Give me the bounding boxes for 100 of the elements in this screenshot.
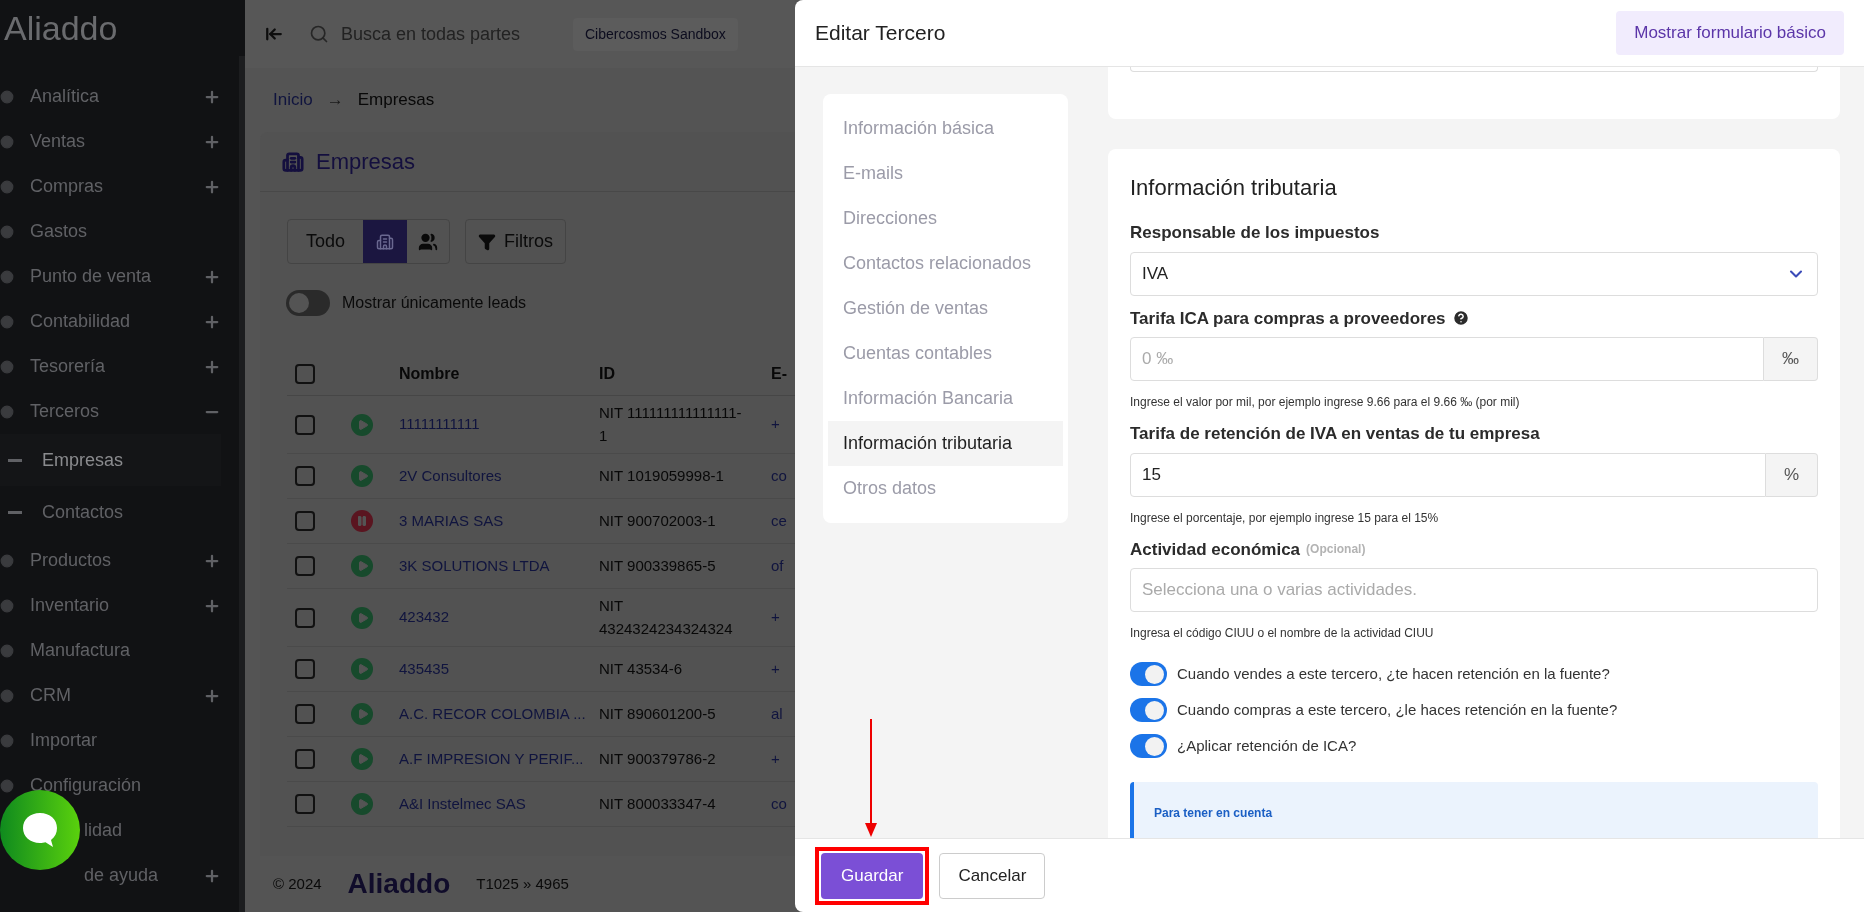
building-icon: [376, 232, 395, 251]
toggle-label: Mostrar únicamente leads: [342, 293, 527, 313]
sidebar-item[interactable]: de ayuda: [84, 853, 221, 898]
sidebar-item[interactable]: Manufactura: [0, 628, 221, 673]
section-nav-item[interactable]: Otros datos: [828, 466, 1063, 511]
leads-toggle[interactable]: [286, 290, 330, 316]
tax-select[interactable]: IVA: [1130, 251, 1818, 296]
select-all-checkbox[interactable]: [295, 363, 315, 384]
table-cell-text: co: [771, 465, 787, 486]
input-field[interactable]: 0 ‰: [1130, 337, 1764, 381]
page-title: Empresas: [316, 148, 416, 176]
dash-icon: [8, 458, 22, 462]
field-hint: Ingrese el valor por mil, por ejemplo ingrese 9.66 para el 9.66 ‰ (por mil): [1130, 394, 1521, 411]
column-header[interactable]: Nombre: [399, 361, 599, 386]
company-name-link[interactable]: 435435: [399, 657, 599, 681]
company-name-link[interactable]: A.F IMPRESION Y PERIF...: [399, 747, 599, 771]
table-cell-text: NIT 900339865-5: [599, 555, 717, 576]
sidebar-item[interactable]: Inventario: [0, 583, 221, 628]
row-checkbox[interactable]: [295, 607, 315, 628]
sidebar-subitem[interactable]: Contactos: [0, 486, 221, 538]
breadcrumb-link[interactable]: Inicio: [273, 87, 313, 113]
toggle-label: Cuando compras a este tercero, ¿le haces retención en la fuente?: [1177, 699, 1618, 720]
table-cell-text: +: [771, 748, 780, 769]
sidebar-item[interactable]: Gastos: [0, 209, 221, 254]
sidebar-item[interactable]: Compras: [0, 164, 221, 209]
table-cell-text: NIT 890601200-5: [599, 703, 717, 724]
chat-icon: [20, 811, 60, 849]
help-icon[interactable]: [1451, 309, 1470, 328]
table-cell-text: NIT 900379786-2: [599, 748, 717, 769]
collapse-sidebar-icon[interactable]: [265, 25, 283, 43]
section-nav-item[interactable]: Información básica: [828, 106, 1063, 151]
row-checkbox[interactable]: [295, 414, 315, 435]
filter-tab[interactable]: Todo: [288, 220, 364, 263]
sidebar-item[interactable]: Analítica: [0, 74, 221, 119]
sidebar-item[interactable]: lidad: [84, 808, 221, 853]
column-header[interactable]: E-: [771, 361, 787, 386]
row-checkbox[interactable]: [295, 704, 315, 724]
breadcrumb-separator: →: [326, 89, 344, 112]
field-hint: Ingrese el porcentaje, por ejemplo ingrese 15 para el 15%: [1130, 509, 1440, 527]
toggle-label: ¿Aplicar retención de ICA?: [1177, 735, 1357, 756]
companies-filter-button[interactable]: [363, 220, 408, 263]
basic-form-button[interactable]: Mostrar formulario básico: [1616, 11, 1844, 55]
sidebar-item[interactable]: Tesorería: [0, 344, 221, 389]
field-label: Responsable de los impuestos: [1130, 222, 1380, 244]
row-checkbox[interactable]: [295, 749, 315, 769]
notice-title: Para tener en cuenta: [1154, 806, 1273, 820]
toggle-switch[interactable]: [1130, 662, 1167, 686]
section-title: Información tributaria: [1130, 174, 1338, 202]
section-nav-item[interactable]: Gestión de ventas: [828, 286, 1063, 331]
toggle-switch[interactable]: [1130, 698, 1167, 722]
company-name-link[interactable]: A.C. RECOR COLOMBIA ...: [399, 702, 599, 726]
filters-button[interactable]: Filtros: [465, 219, 567, 264]
company-name-link[interactable]: 11111111111: [399, 413, 599, 436]
section-nav-item[interactable]: Información tributaria: [828, 421, 1063, 466]
field-label: Tarifa de retención de IVA en ventas de tu empresa: [1130, 423, 1540, 445]
version-text: T1025 » 4965: [476, 873, 569, 894]
building-icon: [282, 149, 304, 174]
logo: Aliaddo: [4, 7, 118, 49]
company-name-link[interactable]: 423432: [399, 606, 599, 629]
company-name-link[interactable]: A&I Instelmec SAS: [399, 792, 599, 816]
sidebar-item[interactable]: Contabilidad: [0, 299, 221, 344]
breadcrumb-current: Empresas: [357, 89, 435, 112]
section-nav-item[interactable]: Contactos relacionados: [828, 241, 1063, 286]
table-cell-text: of: [771, 555, 784, 576]
optional-hint: (Opcional): [1306, 541, 1366, 559]
sidebar-item[interactable]: Punto de venta: [0, 254, 221, 299]
table-cell-text: +: [771, 607, 780, 628]
company-badge[interactable]: Cibercosmos Sandbox: [573, 17, 738, 51]
section-nav-item[interactable]: Direcciones: [828, 196, 1063, 241]
company-name-link[interactable]: 3 MARIAS SAS: [399, 509, 599, 533]
row-checkbox[interactable]: [295, 659, 315, 679]
table-cell-text: NIT 111111111111111-1: [599, 403, 743, 446]
sidebar-item[interactable]: Ventas: [0, 119, 221, 164]
filter-icon: [478, 232, 497, 251]
table-cell-text: NIT 4324324234324324: [599, 596, 734, 639]
table-cell-text: ce: [771, 510, 787, 531]
input-addon: %: [1765, 452, 1818, 497]
row-checkbox[interactable]: [295, 466, 315, 486]
toggle-switch[interactable]: [1130, 734, 1167, 758]
section-nav-item[interactable]: Cuentas contables: [828, 331, 1063, 376]
row-checkbox[interactable]: [295, 794, 315, 814]
search-icon: [309, 24, 329, 44]
sidebar-item[interactable]: Importar: [0, 718, 221, 763]
cancel-button[interactable]: Cancelar: [939, 852, 1046, 899]
row-checkbox[interactable]: [295, 556, 315, 576]
input-addon: ‰: [1764, 337, 1818, 381]
section-nav-item[interactable]: E-mails: [828, 151, 1063, 196]
save-button[interactable]: Guardar: [821, 852, 924, 899]
input-field[interactable]: Selecciona una o varias actividades.: [1130, 568, 1818, 612]
field-label: Tarifa ICA para compras a proveedores: [1130, 307, 1446, 330]
sidebar-item[interactable]: Terceros: [0, 389, 221, 434]
sidebar-item[interactable]: Productos: [0, 538, 221, 583]
row-checkbox[interactable]: [295, 511, 315, 531]
input-field[interactable]: 15: [1130, 452, 1766, 497]
column-header[interactable]: ID: [599, 361, 771, 386]
company-name-link[interactable]: 2V Consultores: [399, 464, 599, 488]
section-nav-item[interactable]: Información Bancaria: [828, 376, 1063, 421]
company-name-link[interactable]: 3K SOLUTIONS LTDA: [399, 554, 599, 578]
sidebar-item[interactable]: CRM: [0, 673, 221, 718]
sidebar-item[interactable]: Configuración: [0, 763, 221, 808]
